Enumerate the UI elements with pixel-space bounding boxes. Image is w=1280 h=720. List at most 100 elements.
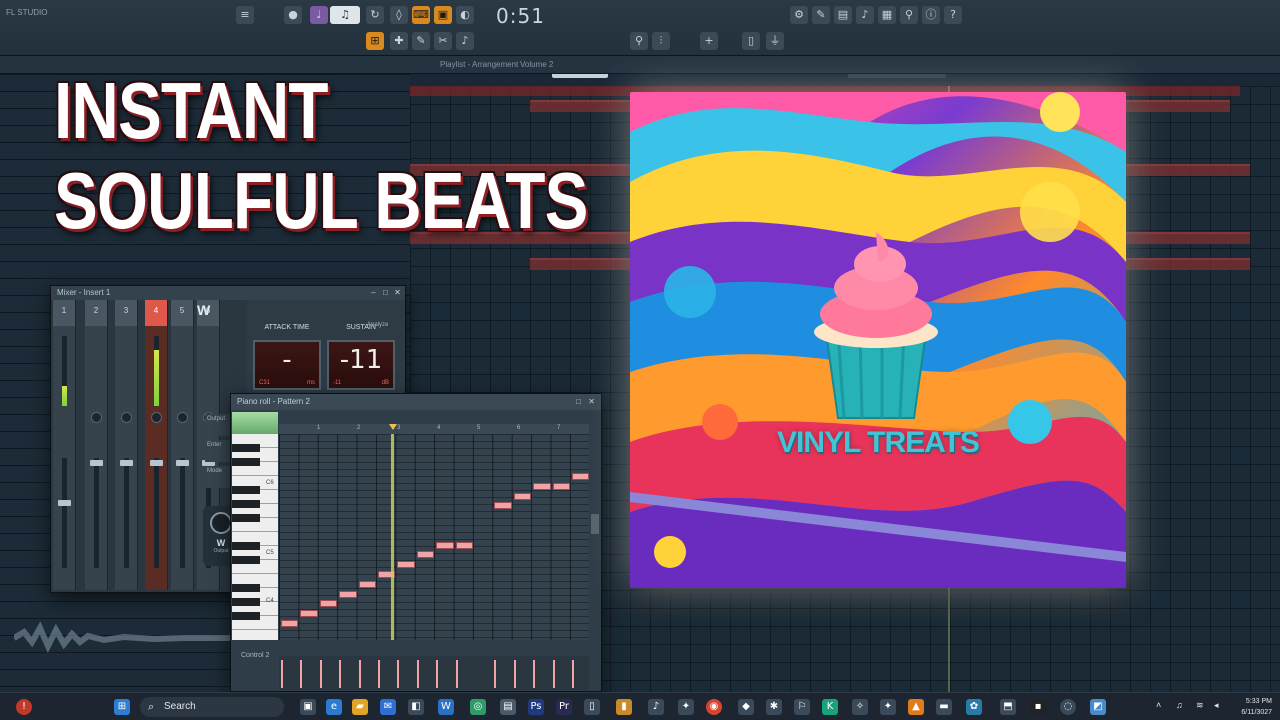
app-icon[interactable]: ▯ bbox=[584, 699, 600, 715]
mute-tool-icon[interactable]: ♪ bbox=[456, 32, 474, 50]
fader-handle[interactable] bbox=[90, 460, 103, 466]
side-tab[interactable]: Enter bbox=[205, 440, 231, 462]
record-icon[interactable]: ● bbox=[284, 6, 302, 24]
velocity-bar[interactable] bbox=[339, 660, 342, 688]
app-icon[interactable]: ✦ bbox=[678, 699, 694, 715]
midi-note[interactable] bbox=[552, 482, 570, 490]
mixer-icon[interactable]: ✎ bbox=[812, 6, 830, 24]
metronome-icon[interactable]: ◊ bbox=[390, 6, 408, 24]
app-icon-active[interactable]: ◩ bbox=[1090, 699, 1106, 715]
task-view-icon[interactable]: ▣ bbox=[300, 699, 316, 715]
piano-key-white[interactable] bbox=[232, 630, 278, 640]
lcd-left-display[interactable]: - C31 ms bbox=[253, 340, 321, 390]
maximize-icon[interactable]: □ bbox=[576, 397, 581, 406]
midi-note[interactable] bbox=[494, 502, 512, 510]
velocity-bar[interactable] bbox=[533, 660, 536, 688]
app-icon[interactable]: ✦ bbox=[880, 699, 896, 715]
tray-chevron-icon[interactable]: ˄ bbox=[1156, 700, 1161, 710]
pan-knob[interactable] bbox=[91, 412, 102, 423]
mixer-strip-master[interactable]: 1 bbox=[53, 300, 76, 590]
midi-note[interactable] bbox=[533, 482, 551, 490]
piano-roll-ruler[interactable]: 1 2 3 4 5 6 7 bbox=[279, 424, 589, 434]
info-icon[interactable]: ⓘ bbox=[922, 6, 940, 24]
draw-tool-icon[interactable]: ✚ bbox=[390, 32, 408, 50]
menu-icon[interactable]: ≡ bbox=[236, 6, 254, 24]
piano-keyboard[interactable]: C6 C5 C4 bbox=[232, 434, 278, 640]
volume-icon[interactable]: ◂ bbox=[1214, 700, 1219, 711]
mixer-strip-4[interactable]: 5 bbox=[171, 300, 194, 590]
start-icon[interactable]: ⊞ bbox=[114, 699, 130, 715]
midi-note[interactable] bbox=[319, 600, 338, 608]
lcd-right-display[interactable]: -11 -11 dB bbox=[327, 340, 395, 390]
velocity-bar[interactable] bbox=[494, 660, 497, 688]
app-icon[interactable]: ▬ bbox=[936, 699, 952, 715]
blend-icon[interactable]: ◐ bbox=[456, 6, 474, 24]
piano-key-black[interactable] bbox=[232, 598, 260, 606]
fader-handle[interactable] bbox=[120, 460, 133, 466]
browser-icon[interactable]: ▦ bbox=[878, 6, 896, 24]
piano-key-black[interactable] bbox=[232, 556, 260, 564]
volume-fader[interactable] bbox=[124, 458, 129, 568]
velocity-bar[interactable] bbox=[378, 660, 380, 688]
explorer-icon[interactable]: ▰ bbox=[352, 699, 368, 715]
velocity-bar[interactable] bbox=[358, 660, 361, 688]
minimize-icon[interactable]: – bbox=[369, 288, 378, 297]
velocity-bar[interactable] bbox=[416, 660, 419, 688]
piano-key-black[interactable] bbox=[232, 542, 260, 550]
piano-key-black[interactable] bbox=[232, 444, 260, 452]
velocity-lane[interactable] bbox=[279, 656, 589, 690]
app-icon-green[interactable]: ◎ bbox=[470, 699, 486, 715]
fader-handle[interactable] bbox=[58, 500, 71, 506]
piano-key-black[interactable] bbox=[232, 486, 260, 494]
step-edit-icon[interactable]: ▣ bbox=[434, 6, 452, 24]
premiere-icon[interactable]: Pr bbox=[556, 699, 572, 715]
store-icon[interactable]: ◧ bbox=[408, 699, 424, 715]
piano-roll-icon[interactable]: ♪ bbox=[856, 6, 874, 24]
fader-handle[interactable] bbox=[176, 460, 189, 466]
plus-icon[interactable]: + bbox=[700, 32, 718, 50]
velocity-bar[interactable] bbox=[455, 660, 458, 688]
piano-key-black[interactable] bbox=[232, 514, 260, 522]
volume-fader[interactable] bbox=[94, 458, 99, 568]
velocity-bar[interactable] bbox=[319, 660, 322, 688]
midi-note[interactable] bbox=[513, 492, 532, 500]
midi-note[interactable] bbox=[281, 620, 299, 627]
microphone-icon[interactable]: ♫ bbox=[1176, 700, 1183, 710]
piano-key-black[interactable] bbox=[232, 612, 260, 620]
vlc-icon[interactable]: ▲ bbox=[908, 699, 924, 715]
velocity-bar[interactable] bbox=[281, 660, 283, 688]
delete-tool-icon[interactable]: ✂ bbox=[434, 32, 452, 50]
velocity-bar[interactable] bbox=[436, 660, 439, 688]
midi-note[interactable] bbox=[300, 610, 318, 618]
filter-icon[interactable]: ⏚ bbox=[766, 32, 784, 50]
mixer-strip-selected[interactable]: 4 bbox=[145, 300, 168, 590]
app-icon[interactable]: K bbox=[822, 699, 838, 715]
volume-fader[interactable] bbox=[62, 458, 67, 568]
piano-key-black[interactable] bbox=[232, 458, 260, 466]
app-icon[interactable]: ◌ bbox=[1060, 699, 1076, 715]
midi-note[interactable] bbox=[358, 580, 376, 588]
mixer-strip-2[interactable]: 3 bbox=[115, 300, 138, 590]
tool-selector[interactable] bbox=[232, 412, 278, 434]
app-icon[interactable]: ⚐ bbox=[794, 699, 810, 715]
midi-note[interactable] bbox=[572, 473, 590, 480]
zoom-icon[interactable]: ⚲ bbox=[630, 32, 648, 50]
midi-note[interactable] bbox=[339, 590, 357, 598]
analyze-label[interactable]: Analyze bbox=[367, 322, 388, 328]
midi-note[interactable] bbox=[416, 551, 435, 559]
app-icon[interactable]: ▪ bbox=[1030, 699, 1046, 715]
pan-knob[interactable] bbox=[177, 412, 188, 423]
close-icon[interactable]: ✕ bbox=[588, 397, 595, 406]
mixer-title-bar[interactable]: Mixer - Insert 1 – □ ✕ bbox=[51, 286, 405, 300]
fader-handle[interactable] bbox=[150, 460, 163, 466]
app-icon-orange[interactable]: ▮ bbox=[616, 699, 632, 715]
vertical-scrollbar[interactable] bbox=[591, 514, 599, 534]
close-icon[interactable]: ✕ bbox=[393, 288, 402, 297]
channel-rack-icon[interactable]: ▤ bbox=[834, 6, 852, 24]
app-icon[interactable]: ⬒ bbox=[1000, 699, 1016, 715]
piano-key-black[interactable] bbox=[232, 500, 260, 508]
word-icon[interactable]: W bbox=[438, 699, 454, 715]
midi-note[interactable] bbox=[436, 541, 454, 549]
typing-keyboard-icon[interactable]: ⌨ bbox=[412, 6, 430, 24]
app-icon[interactable]: ◆ bbox=[738, 699, 754, 715]
